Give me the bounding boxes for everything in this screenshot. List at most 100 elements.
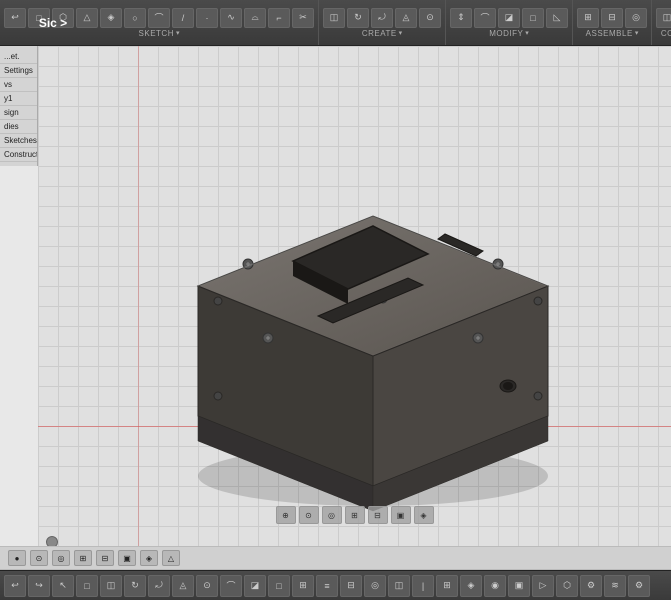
create-label-row[interactable]: CREATE ▾ (362, 28, 402, 38)
bt-sweep[interactable]: ⤾ (148, 575, 170, 597)
bt-redo[interactable]: ↪ (28, 575, 50, 597)
screw-side-br (534, 392, 542, 400)
nav-pan-icon[interactable]: ⊕ (276, 506, 296, 524)
fillet2-icon[interactable]: ⌒ (474, 8, 496, 28)
bt-align[interactable]: ≡ (316, 575, 338, 597)
sweep-icon[interactable]: ⤾ (371, 8, 393, 28)
status-icon-8[interactable]: △ (162, 550, 180, 566)
bt-fillet[interactable]: ⌒ (220, 575, 242, 597)
sic-label: Sic > (33, 0, 73, 46)
panel-item-construction[interactable]: Construction (0, 148, 37, 162)
bt-move[interactable]: ⊞ (292, 575, 314, 597)
nav-fit-icon[interactable]: ⊞ (345, 506, 365, 524)
toolbar-section-create: ◫ ↻ ⤾ ◬ ⊙ CREATE ▾ (319, 0, 446, 45)
bt-shell[interactable]: □ (268, 575, 290, 597)
panel-item-sign[interactable]: sign (0, 106, 37, 120)
nav-view-icon[interactable]: ⊟ (368, 506, 388, 524)
nav-zoom-icon[interactable]: ◎ (322, 506, 342, 524)
panel-item-y1[interactable]: y1 (0, 92, 37, 106)
screw-side-bl (214, 392, 222, 400)
bt-simulation[interactable]: ⬡ (556, 575, 578, 597)
top-toolbar: Sic > ↩ □ ⬡ △ ◈ ○ ⌒ / · ∿ ⌓ ⌐ ✂ SKETCH ▾… (0, 0, 671, 46)
toolbar-section-assemble: ⊞ ⊟ ◎ ASSEMBLE ▾ (573, 0, 652, 45)
undo-icon[interactable]: ↩ (4, 8, 26, 28)
sketch-label: SKETCH (139, 29, 174, 38)
cad-object-svg (118, 86, 618, 526)
conic-icon[interactable]: ⌓ (244, 8, 266, 28)
left-panel: ...et. Settings vs y1 sign dies Sketches… (0, 46, 38, 166)
circ-icon[interactable]: ○ (124, 8, 146, 28)
line-icon[interactable]: / (172, 8, 194, 28)
fillet-icon[interactable]: ⌐ (268, 8, 290, 28)
dia-icon[interactable]: ◈ (100, 8, 122, 28)
toolbar-section-modify: ⇕ ⌒ ◪ □ ◺ MODIFY ▾ (446, 0, 573, 45)
panel-item-vs[interactable]: vs (0, 78, 37, 92)
nav-grid-icon[interactable]: ◈ (414, 506, 434, 524)
modify-label-row[interactable]: MODIFY ▾ (489, 28, 529, 38)
bt-appearance[interactable]: ◉ (484, 575, 506, 597)
trim-icon[interactable]: ✂ (292, 8, 314, 28)
rigid-icon[interactable]: ⊟ (601, 8, 623, 28)
nav-display-icon[interactable]: ▣ (391, 506, 411, 524)
extrude-icon[interactable]: ◫ (323, 8, 345, 28)
bt-settings[interactable]: ⚙ (628, 575, 650, 597)
bt-undo[interactable]: ↩ (4, 575, 26, 597)
arc-icon[interactable]: ⌒ (148, 8, 170, 28)
assemble-dropdown: ▾ (635, 29, 639, 37)
draft-icon[interactable]: ◺ (546, 8, 568, 28)
bt-sketch[interactable]: □ (76, 575, 98, 597)
shell-icon[interactable]: □ (522, 8, 544, 28)
motion-icon[interactable]: ◎ (625, 8, 647, 28)
bt-extrude[interactable]: ◫ (100, 575, 122, 597)
assemble-label-row[interactable]: ASSEMBLE ▾ (586, 28, 639, 38)
bt-joint[interactable]: ⊟ (340, 575, 362, 597)
create-dropdown: ▾ (399, 29, 403, 37)
bt-measure[interactable]: ⊞ (436, 575, 458, 597)
assemble-icons: ⊞ ⊟ ◎ (577, 8, 647, 28)
bottom-status-bar: ● ⊙ ◎ ⊞ ⊟ ▣ ◈ △ (0, 546, 671, 570)
bt-animate[interactable]: ▷ (532, 575, 554, 597)
status-icon-1[interactable]: ● (8, 550, 26, 566)
sketch-label-row[interactable]: SKETCH ▾ (139, 28, 180, 38)
status-icon-2[interactable]: ⊙ (30, 550, 48, 566)
bt-cam[interactable]: ⚙ (580, 575, 602, 597)
panel-item-dies[interactable]: dies (0, 120, 37, 134)
nav-orbit-icon[interactable]: ⊙ (299, 506, 319, 524)
press-pull-icon[interactable]: ⇕ (450, 8, 472, 28)
status-icon-6[interactable]: ▣ (118, 550, 136, 566)
panel-item-get[interactable]: ...et. (0, 50, 37, 64)
status-icon-7[interactable]: ◈ (140, 550, 158, 566)
bt-chamfer[interactable]: ◪ (244, 575, 266, 597)
plane-icon[interactable]: ◫ (656, 8, 671, 28)
status-icon-4[interactable]: ⊞ (74, 550, 92, 566)
bt-loft[interactable]: ◬ (172, 575, 194, 597)
bt-plane[interactable]: ◫ (388, 575, 410, 597)
modify-label: MODIFY (489, 29, 523, 38)
chamfer-icon[interactable]: ◪ (498, 8, 520, 28)
bt-rigid[interactable]: ◎ (364, 575, 386, 597)
joint-icon[interactable]: ⊞ (577, 8, 599, 28)
panel-item-sketches[interactable]: Sketches (0, 134, 37, 148)
bt-select[interactable]: ↖ (52, 575, 74, 597)
hole-icon[interactable]: ⊙ (419, 8, 441, 28)
tri-icon[interactable]: △ (76, 8, 98, 28)
bt-drawing[interactable]: ≋ (604, 575, 626, 597)
bt-hole[interactable]: ⊙ (196, 575, 218, 597)
point-icon[interactable]: · (196, 8, 218, 28)
spline-icon[interactable]: ∿ (220, 8, 242, 28)
bt-revolve[interactable]: ↻ (124, 575, 146, 597)
bt-axis[interactable]: | (412, 575, 434, 597)
construct-label: CONSTRUCT (661, 29, 671, 38)
viewport[interactable]: ⊕ ⊙ ◎ ⊞ ⊟ ▣ ◈ (38, 46, 671, 556)
status-icon-5[interactable]: ⊟ (96, 550, 114, 566)
panel-item-settings[interactable]: Settings (0, 64, 37, 78)
create-icons: ◫ ↻ ⤾ ◬ ⊙ (323, 8, 441, 28)
bt-render[interactable]: ▣ (508, 575, 530, 597)
status-icon-3[interactable]: ◎ (52, 550, 70, 566)
loft-icon[interactable]: ◬ (395, 8, 417, 28)
modify-icons: ⇕ ⌒ ◪ □ ◺ (450, 8, 568, 28)
create-label: CREATE (362, 29, 397, 38)
revolve-icon[interactable]: ↻ (347, 8, 369, 28)
construct-label-row[interactable]: CONSTRUCT ▾ (661, 28, 671, 38)
bt-section[interactable]: ◈ (460, 575, 482, 597)
